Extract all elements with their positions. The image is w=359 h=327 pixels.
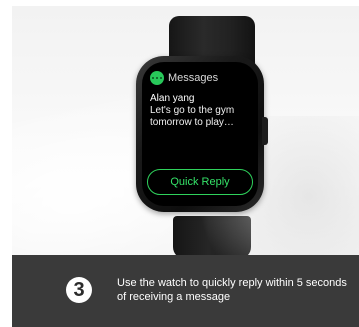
watch-screen: Messages Alan yang Let's go to the gym t…: [142, 62, 258, 206]
feature-caption: 3 Use the watch to quickly reply within …: [12, 255, 359, 327]
watch-strap-bottom: [173, 216, 251, 259]
quick-reply-button[interactable]: Quick Reply: [147, 169, 253, 195]
step-number: 3: [73, 279, 85, 301]
message-sender: Alan yang: [150, 93, 195, 104]
message-preview: Let's go to the gym tomorrow to play…: [150, 105, 235, 128]
watch-crown: [262, 117, 268, 145]
chat-bubble-icon: [150, 71, 164, 85]
app-name: Messages: [168, 72, 219, 84]
step-badge: 3: [66, 277, 92, 303]
message-app-header: Messages: [150, 71, 218, 85]
caption-text: Use the watch to quickly reply within 5 …: [117, 277, 347, 303]
